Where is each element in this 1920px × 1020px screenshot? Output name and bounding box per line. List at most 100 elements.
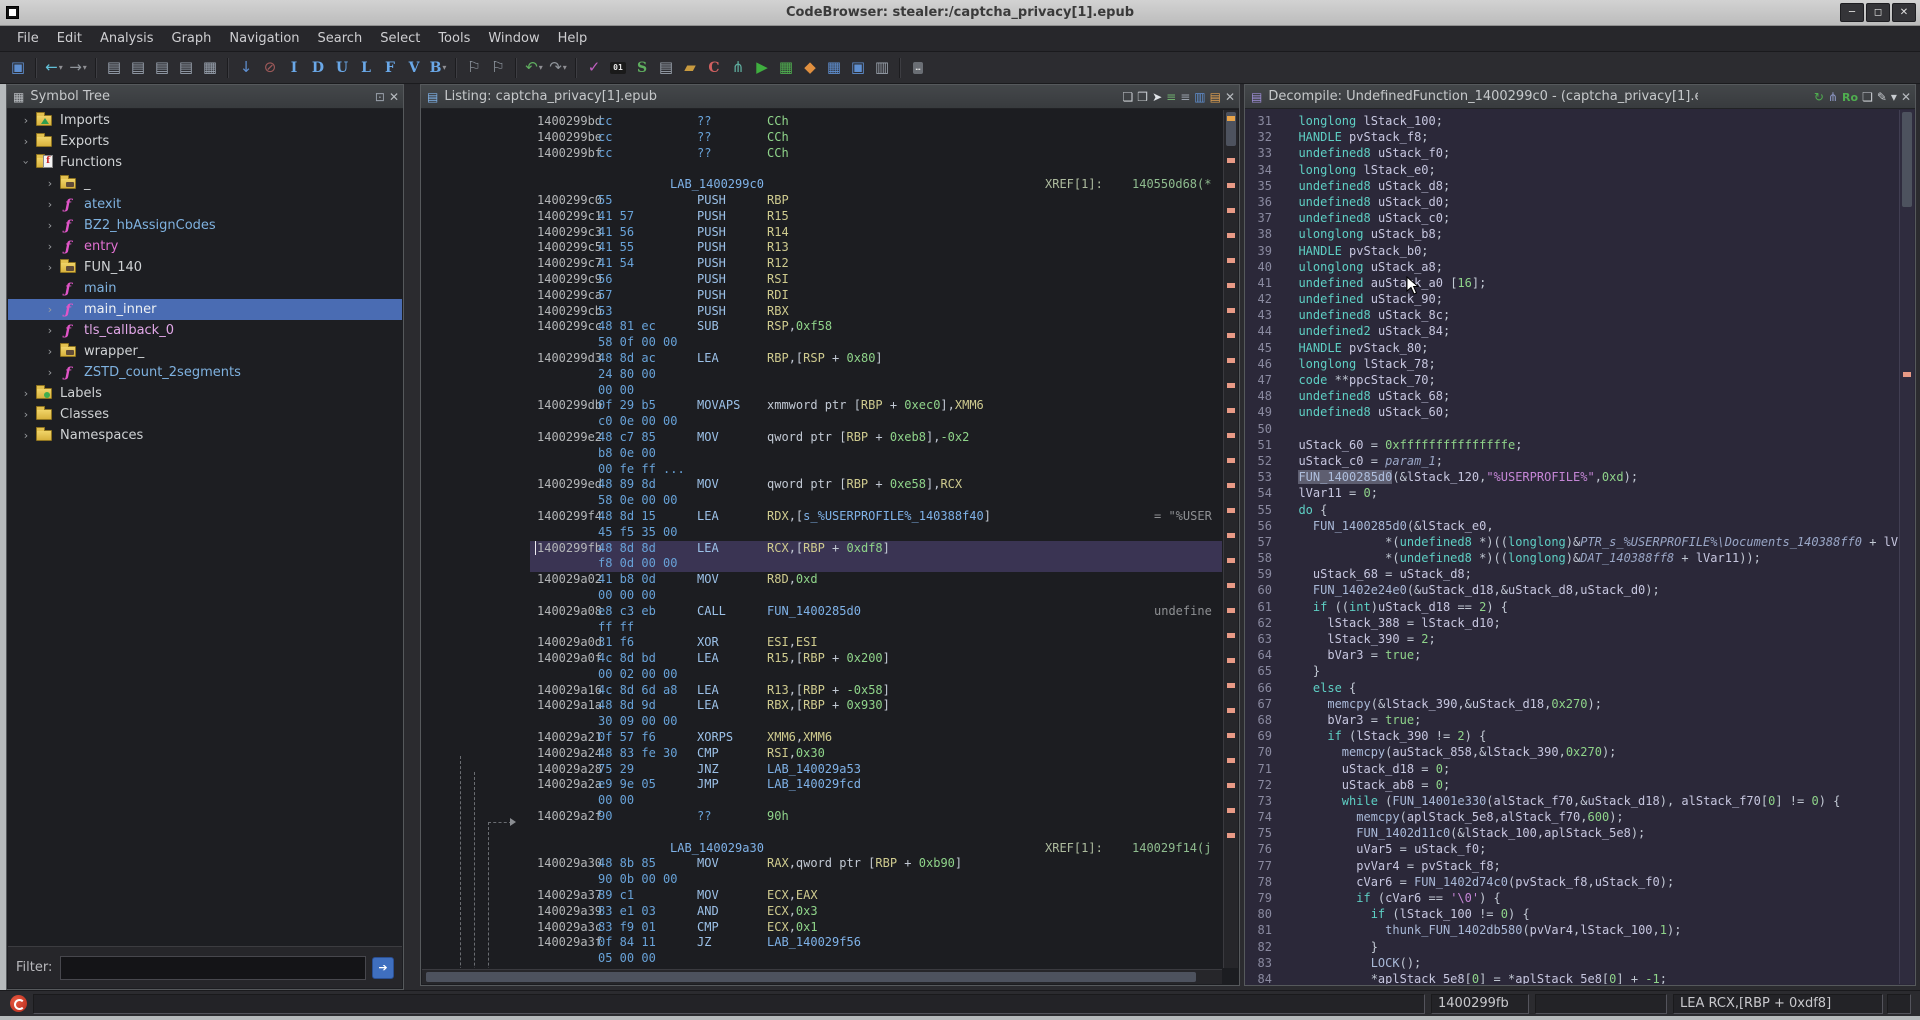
listing-row[interactable]: c0 0e 00 00: [422, 414, 1222, 430]
decompiler-line[interactable]: 35 undefined8 uStack_d8;: [1246, 179, 1898, 195]
decompiler-line[interactable]: 71 uStack_d18 = 0;: [1246, 762, 1898, 778]
expand-chevron-icon[interactable]: ›: [42, 366, 58, 379]
listing-row[interactable]: 140029a164c 8d 6d a8LEAR13,[RBP + -0x58]: [422, 683, 1222, 699]
diff-apply-icon[interactable]: ≡: [1180, 91, 1190, 103]
decompiler-line[interactable]: 68 bVar3 = true;: [1246, 713, 1898, 729]
decompiler-line[interactable]: 60 FUN_1402e24e0(&uStack_d18,&uStack_d8,…: [1246, 583, 1898, 599]
decompiler-line[interactable]: 70 memcpy(auStack_858,&lStack_390,0x270)…: [1246, 745, 1898, 761]
graph-icon[interactable]: ⋔: [1828, 91, 1838, 103]
snapshot-icon[interactable]: ⊡: [375, 91, 385, 103]
listing-row[interactable]: 140029a210f 57 f6XORPSXMM6,XMM6: [422, 730, 1222, 746]
listing-row[interactable]: 140029a08e8 c3 ebCALLFUN_1400285d0undefi…: [422, 604, 1222, 620]
cursor-arrow-icon[interactable]: ➤: [1152, 91, 1162, 103]
decompiler-line[interactable]: 38 ulonglong uStack_b8;: [1246, 227, 1898, 243]
grid-icon[interactable]: ▦: [775, 56, 797, 80]
listing-row[interactable]: 140029a0d31 f6XORESI,ESI: [422, 635, 1222, 651]
expand-chevron-icon[interactable]: ›: [18, 387, 34, 400]
sidebar-item-fun_140[interactable]: ›FUN_140: [8, 257, 402, 278]
decompiler-line[interactable]: 58 *(undefined8 *)((longlong)&DAT_140388…: [1246, 551, 1898, 567]
sidebar-item-main_inner[interactable]: ›ƒmain_inner: [8, 299, 402, 320]
listing-header[interactable]: ▤ Listing: captcha_privacy[1].epub ❏❒➤≡≡…: [421, 85, 1239, 109]
listing-row[interactable]: 00 fe ff ...: [422, 462, 1222, 478]
decompiler-line[interactable]: 47 code **ppcStack_70;: [1246, 373, 1898, 389]
decompiler-line[interactable]: 65 }: [1246, 664, 1898, 680]
menu-search[interactable]: Search: [309, 28, 372, 49]
decompiler-line[interactable]: 34 longlong lStack_e0;: [1246, 163, 1898, 179]
expand-chevron-icon[interactable]: ›: [42, 345, 58, 358]
edit-icon[interactable]: ✎: [1877, 91, 1887, 103]
close-button[interactable]: ✕: [1892, 3, 1916, 22]
ghidra-icon[interactable]: [10, 995, 27, 1012]
listing-row[interactable]: 00 02 00 00: [422, 667, 1222, 683]
close-icon[interactable]: ✕: [389, 91, 399, 103]
ro-icon[interactable]: Ro: [1842, 92, 1858, 103]
listing-row[interactable]: 45 f5 35 00: [422, 525, 1222, 541]
decompiler-scrollbar[interactable]: [1899, 110, 1914, 984]
listing-row[interactable]: 1400299cc48 81 ecSUBRSP,0xf58: [422, 319, 1222, 335]
decompiler-line[interactable]: 40 ulonglong uStack_a8;: [1246, 260, 1898, 276]
sidebar-item-imports[interactable]: ›Imports: [8, 110, 402, 131]
decompiler-line[interactable]: 74 memcpy(aplStack_5e8,alStack_f70,600);: [1246, 810, 1898, 826]
decompiler-line[interactable]: 57 *(undefined8 *)((longlong)&PTR_s_%USE…: [1246, 535, 1898, 551]
chevron-down-icon[interactable]: ▾: [1891, 91, 1897, 103]
redo-icon[interactable]: ↷▾: [547, 56, 569, 80]
listing-row[interactable]: 24 80 00: [422, 367, 1222, 383]
decompiler-line[interactable]: 51 uStack_60 = 0xfffffffffffffffe;: [1246, 438, 1898, 454]
listing-row[interactable]: 140029a3048 8b 85MOVRAX,qword ptr [RBP +…: [422, 856, 1222, 872]
listing-label-row[interactable]: LAB_140029a30XREF[1]:140029f14(j: [422, 841, 1222, 857]
scrollbar-thumb[interactable]: [426, 972, 1196, 982]
minimize-button[interactable]: ─: [1840, 3, 1864, 22]
decompiler-content[interactable]: 31 longlong lStack_100;32 HANDLE pvStack…: [1246, 110, 1898, 984]
xref-address[interactable]: 140550d68(*: [1132, 177, 1211, 191]
back-icon[interactable]: ←▾: [43, 56, 65, 80]
menu-help[interactable]: Help: [549, 28, 597, 49]
table-icon[interactable]: ▦: [823, 56, 845, 80]
letter-i-icon[interactable]: I: [283, 56, 305, 80]
run-icon[interactable]: ▶: [751, 56, 773, 80]
decompiler-line[interactable]: 56 FUN_1400285d0(&lStack_e0,: [1246, 519, 1898, 535]
close-icon[interactable]: ✕: [1225, 91, 1235, 103]
maximize-button[interactable]: ◻: [1866, 3, 1890, 22]
decompiler-line[interactable]: 76 uVar5 = uStack_f0;: [1246, 842, 1898, 858]
menu-window[interactable]: Window: [479, 28, 548, 49]
xref-address[interactable]: 140029f14(j: [1132, 841, 1211, 855]
listing-row[interactable]: b8 0e 00: [422, 446, 1222, 462]
dropdown-arrow-icon[interactable]: ▾: [539, 63, 543, 72]
decompiler-line[interactable]: 84 *aplStack_5e8[0] = *aplStack_5e8[0] +…: [1246, 972, 1898, 984]
decompiler-line[interactable]: 39 HANDLE pvStack_b0;: [1246, 244, 1898, 260]
flag-icon-1[interactable]: ⚐: [463, 56, 485, 80]
listing-content[interactable]: 1400299bdcc??CCh1400299becc??CCh1400299b…: [422, 110, 1222, 968]
binary-icon[interactable]: 01: [607, 56, 629, 80]
expand-chevron-icon[interactable]: ›: [20, 155, 33, 171]
menu-tools[interactable]: Tools: [429, 28, 479, 49]
listing-row[interactable]: 1400299c541 55PUSHR13: [422, 240, 1222, 256]
listing-row[interactable]: f8 0d 00 00: [422, 556, 1222, 572]
decompiler-line[interactable]: 73 while (FUN_14001e330(alStack_f70,&uSt…: [1246, 794, 1898, 810]
listing-row[interactable]: 1400299db0f 29 b5MOVAPSxmmword ptr [RBP …: [422, 398, 1222, 414]
decompiler-line[interactable]: 77 pvVar4 = pvStack_f8;: [1246, 859, 1898, 875]
letter-v-icon[interactable]: V: [403, 56, 425, 80]
decompiler-line[interactable]: 49 undefined8 uStack_60;: [1246, 405, 1898, 421]
function-graph-icon[interactable]: ⋔: [727, 56, 749, 80]
sidebar-item-tls_callback_0[interactable]: ›ƒtls_callback_0: [8, 320, 402, 341]
decompiler-line[interactable]: 66 else {: [1246, 681, 1898, 697]
decompiler-line[interactable]: 42 undefined uStack_90;: [1246, 292, 1898, 308]
listing-row[interactable]: 140029a2f90??90h: [422, 809, 1222, 825]
dropdown-arrow-icon[interactable]: ▾: [563, 63, 567, 72]
expand-chevron-icon[interactable]: ›: [42, 198, 58, 211]
disabled-icon[interactable]: ⊘: [259, 56, 281, 80]
menu-select[interactable]: Select: [371, 28, 429, 49]
expand-chevron-icon[interactable]: ›: [42, 303, 58, 316]
expand-chevron-icon[interactable]: ›: [42, 240, 58, 253]
listing-row[interactable]: 05 00 00: [422, 951, 1222, 967]
sidebar-item-main[interactable]: ƒmain: [8, 278, 402, 299]
listing-row[interactable]: 1400299cb53PUSHRBX: [422, 304, 1222, 320]
expand-chevron-icon[interactable]: ›: [18, 429, 34, 442]
listing-row[interactable]: 140029a1a48 8d 9dLEARBX,[RBP + 0x930]: [422, 698, 1222, 714]
listing-row[interactable]: 1400299c956PUSHRSI: [422, 272, 1222, 288]
decompiler-line[interactable]: 79 if (cVar6 == '\0') {: [1246, 891, 1898, 907]
menu-file[interactable]: File: [8, 28, 48, 49]
decompiler-line[interactable]: 55 do {: [1246, 503, 1898, 519]
decompiler-line[interactable]: 59 uStack_68 = uStack_d8;: [1246, 567, 1898, 583]
listing-row[interactable]: 1400299ed48 89 8dMOVqword ptr [RBP + 0xe…: [422, 477, 1222, 493]
